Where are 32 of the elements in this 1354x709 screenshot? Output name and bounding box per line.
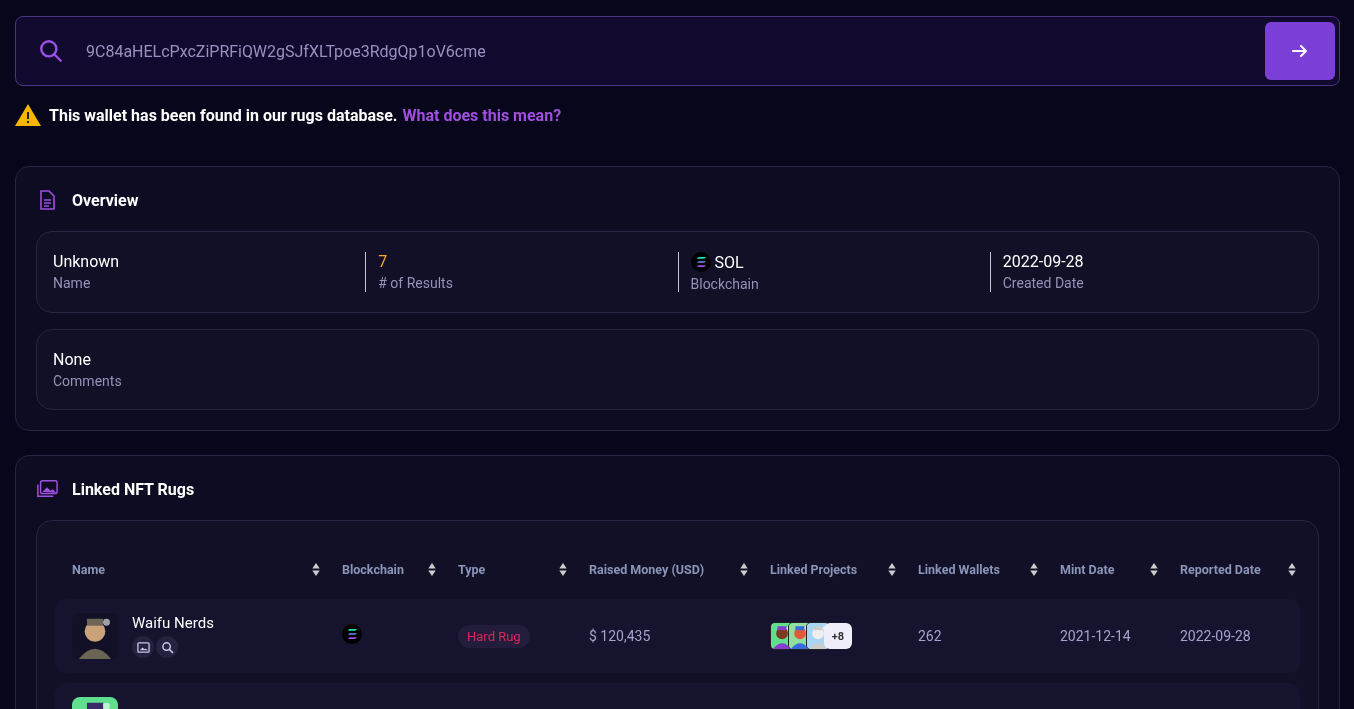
table-row[interactable]: Waifu Nerds Hard Rug $ 120,435 +8 262 2021-12-14 2022-09-28 xyxy=(55,599,1300,673)
stat-value: 2022-09-28 xyxy=(1002,252,1084,271)
column-header[interactable]: Linked Wallets xyxy=(918,561,1000,577)
table-cell-text: 2021-12-14 xyxy=(1060,628,1132,644)
stat-value: 7 xyxy=(378,252,388,271)
column-header[interactable]: Blockchain xyxy=(342,561,404,577)
stat-label: # of Results xyxy=(378,275,454,291)
table-cell-text: $ 120,435 xyxy=(589,628,652,644)
comments-value: None xyxy=(53,350,92,369)
warning-message: This wallet has been found in our rugs database. xyxy=(49,105,398,125)
stat-label: Name xyxy=(53,275,92,291)
comments-label: Comments xyxy=(53,373,123,389)
stat-label: Created Date xyxy=(1002,275,1085,291)
search-input[interactable]: 9C84aHELcPxcZiPRFiQW2gSJfXLTpoe3RdgQp1oV6cme xyxy=(84,40,1245,62)
more-projects-count[interactable]: +8 xyxy=(824,623,852,649)
search-field[interactable]: 9C84aHELcPxcZiPRFiQW2gSJfXLTpoe3RdgQp1oV6cme xyxy=(15,16,1340,86)
column-header[interactable]: Mint Date xyxy=(1060,561,1115,577)
card-title: Overview xyxy=(72,190,139,210)
stat-label: Blockchain xyxy=(690,276,760,292)
column-header[interactable]: Type xyxy=(458,561,486,577)
project-name[interactable]: Waifu Nerds xyxy=(132,614,214,632)
column-header[interactable]: Name xyxy=(72,561,106,577)
stat-value: SOL xyxy=(714,252,744,272)
column-header[interactable]: Linked Projects xyxy=(770,561,858,577)
column-header[interactable]: Raised Money (USD) xyxy=(589,561,705,577)
rug-type-tag: Hard Rug xyxy=(458,624,530,648)
card-title: Linked NFT Rugs xyxy=(72,479,195,499)
table-cell-text: 262 xyxy=(918,628,943,644)
column-header[interactable]: Reported Date xyxy=(1180,561,1261,577)
stat-value: Unknown xyxy=(53,252,120,271)
table-cell-text: 2022-09-28 xyxy=(1180,628,1252,644)
help-link[interactable]: What does this mean? xyxy=(402,105,562,125)
